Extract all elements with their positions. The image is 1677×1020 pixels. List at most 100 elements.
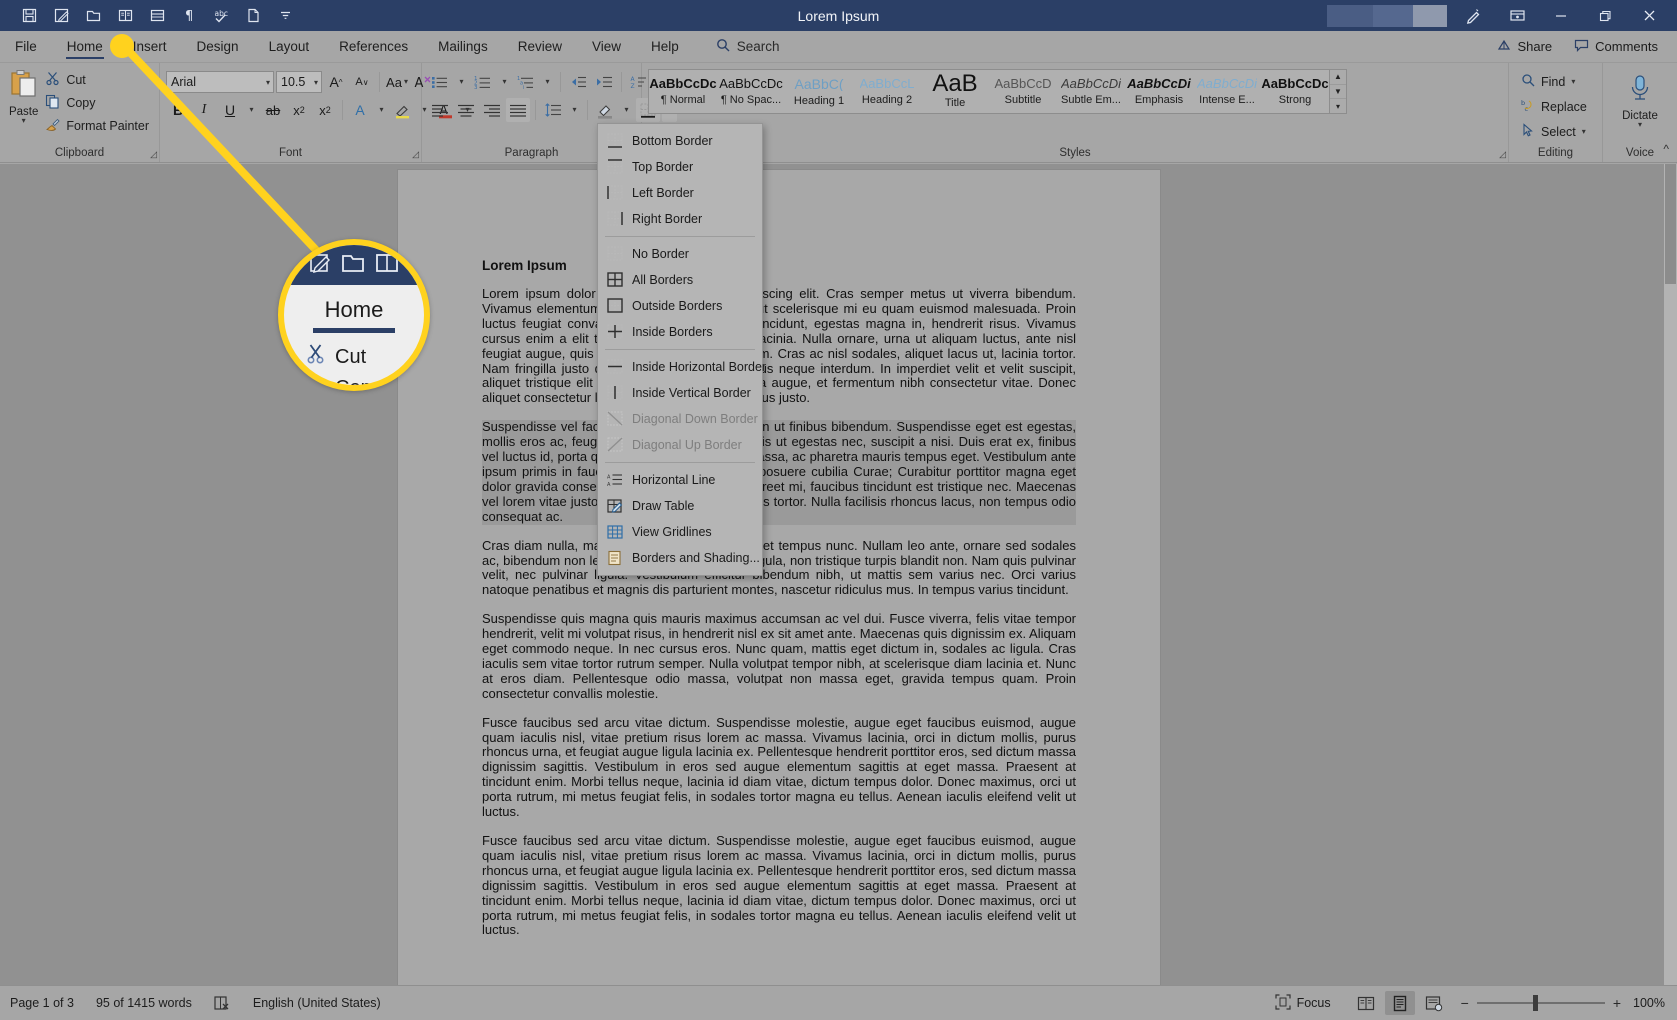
style-heading-1[interactable]: AaBbC( Heading 1: [785, 70, 853, 113]
zoom-slider[interactable]: − +: [1461, 995, 1621, 1011]
justify-button[interactable]: [506, 98, 530, 122]
print-layout-view-button[interactable]: [1384, 991, 1415, 1015]
font-name-input[interactable]: Arial ▾: [166, 71, 274, 93]
numbering-button[interactable]: 123: [471, 70, 495, 94]
focus-mode-button[interactable]: Focus: [1274, 993, 1331, 1013]
save-icon[interactable]: [14, 3, 44, 29]
style-normal[interactable]: AaBbCcDc ¶ Normal: [649, 70, 717, 113]
language-indicator[interactable]: English (United States): [253, 996, 381, 1010]
menu-item-view-gridlines[interactable]: View Gridlines: [598, 519, 762, 545]
select-button[interactable]: Select ▾: [1515, 121, 1592, 142]
zoom-level[interactable]: 100%: [1633, 996, 1665, 1010]
text-effects-dropdown-caret[interactable]: ▾: [374, 98, 389, 122]
line-spacing-button[interactable]: [541, 98, 565, 122]
font-dialog-launcher[interactable]: ◿: [412, 149, 419, 160]
style-heading-2[interactable]: AaBbCcL Heading 2: [853, 70, 921, 113]
shrink-font-button[interactable]: A ∨: [350, 70, 374, 94]
menu-item-all-borders[interactable]: All Borders: [598, 267, 762, 293]
read-mode-view-button[interactable]: [1351, 991, 1381, 1015]
menu-item-right-border[interactable]: Right Border: [598, 206, 762, 232]
style-emphasis[interactable]: AaBbCcDi Emphasis: [1125, 70, 1193, 113]
menu-item-inside-horizontal-border[interactable]: Inside Horizontal Border: [598, 354, 766, 380]
zoom-out-button[interactable]: −: [1461, 995, 1469, 1011]
page-indicator[interactable]: Page 1 of 3: [10, 996, 74, 1010]
bold-button[interactable]: B: [166, 98, 190, 122]
clipboard-dialog-launcher[interactable]: ◿: [150, 149, 157, 160]
open-folder-icon[interactable]: [78, 3, 108, 29]
format-painter-button[interactable]: Format Painter: [41, 116, 153, 136]
increase-indent-button[interactable]: [592, 70, 616, 94]
styles-scroll-down-button[interactable]: ▼: [1330, 85, 1346, 100]
style-subtle-emphasis[interactable]: AaBbCcDi Subtle Em...: [1057, 70, 1125, 113]
menu-item-outside-borders[interactable]: Outside Borders: [598, 293, 762, 319]
multilevel-list-dropdown-caret[interactable]: ▾: [540, 70, 555, 94]
spelling-check-icon[interactable]: abc: [206, 3, 236, 29]
menu-item-bottom-border[interactable]: Bottom Border: [598, 128, 762, 154]
underline-dropdown-caret[interactable]: ▾: [244, 98, 259, 122]
strikethrough-button[interactable]: ab: [261, 98, 285, 122]
font-name-dropdown-icon[interactable]: ▾: [266, 78, 270, 87]
dictate-dropdown-caret[interactable]: ▾: [1638, 121, 1642, 129]
styles-more-button[interactable]: ▾: [1330, 99, 1346, 113]
menu-item-top-border[interactable]: Top Border: [598, 154, 762, 180]
borders-dropdown-menu[interactable]: Bottom Border Top Border Left Border Rig…: [597, 123, 766, 576]
align-right-button[interactable]: [480, 98, 504, 122]
web-layout-view-button[interactable]: [1419, 991, 1449, 1015]
zoom-thumb[interactable]: [1532, 995, 1538, 1011]
italic-button[interactable]: I: [192, 98, 216, 122]
font-size-input[interactable]: 10.5 ▾: [276, 71, 322, 93]
scrollbar-thumb[interactable]: [1665, 164, 1676, 284]
superscript-button[interactable]: x2: [313, 98, 337, 122]
paste-dropdown-caret[interactable]: ▾: [22, 117, 26, 125]
change-case-button[interactable]: Aa ▾: [385, 70, 409, 94]
style-no-spacing[interactable]: AaBbCcDc ¶ No Spac...: [717, 70, 785, 113]
text-effects-button[interactable]: A: [348, 98, 372, 122]
proofing-errors-icon[interactable]: [214, 995, 231, 1011]
replace-button[interactable]: bc Replace: [1515, 96, 1593, 117]
document-page[interactable]: Lorem Ipsum Lorem ipsum dolor sit amet, …: [398, 170, 1160, 985]
align-left-button[interactable]: [428, 98, 452, 122]
close-button[interactable]: [1627, 0, 1671, 31]
style-subtitle[interactable]: AaBbCcD Subtitle: [989, 70, 1057, 113]
tab-help[interactable]: Help: [636, 31, 694, 62]
styles-gallery[interactable]: AaBbCcDc ¶ Normal AaBbCcDc ¶ No Spac... …: [648, 69, 1347, 115]
bullets-button[interactable]: [428, 70, 452, 94]
tab-home[interactable]: Home: [52, 31, 118, 62]
font-size-dropdown-icon[interactable]: ▾: [314, 78, 318, 87]
autosave-icon[interactable]: [46, 3, 76, 29]
word-count[interactable]: 95 of 1415 words: [96, 996, 192, 1010]
tab-references[interactable]: References: [324, 31, 423, 62]
style-strong[interactable]: AaBbCcDc Strong: [1261, 70, 1329, 113]
styles-dialog-launcher[interactable]: ◿: [1499, 149, 1506, 160]
shading-button[interactable]: [593, 98, 617, 122]
cut-button[interactable]: Cut: [41, 70, 153, 90]
customize-qat-icon[interactable]: [270, 3, 300, 29]
tab-review[interactable]: Review: [503, 31, 577, 62]
read-mode-icon[interactable]: [110, 3, 140, 29]
align-center-button[interactable]: [454, 98, 478, 122]
subscript-button[interactable]: x2: [287, 98, 311, 122]
tab-design[interactable]: Design: [182, 31, 254, 62]
vertical-scrollbar[interactable]: [1664, 164, 1677, 985]
comments-button[interactable]: Comments: [1565, 34, 1667, 59]
tab-layout[interactable]: Layout: [254, 31, 325, 62]
styles-scroll-up-button[interactable]: ▲: [1330, 70, 1346, 85]
style-intense-emphasis[interactable]: AaBbCcDi Intense E...: [1193, 70, 1261, 113]
share-button[interactable]: Share: [1488, 34, 1561, 59]
tab-insert[interactable]: Insert: [118, 31, 182, 62]
ribbon-display-options-icon[interactable]: [1495, 0, 1539, 31]
text-highlight-color-button[interactable]: [391, 98, 415, 122]
multilevel-list-button[interactable]: 1ai: [514, 70, 538, 94]
tab-view[interactable]: View: [577, 31, 636, 62]
print-layout-icon[interactable]: [142, 3, 172, 29]
collapse-ribbon-button[interactable]: ^: [1663, 142, 1669, 156]
menu-item-horizontal-line[interactable]: AA Horizontal Line: [598, 467, 762, 493]
pen-icon[interactable]: [1451, 0, 1495, 31]
menu-item-inside-vertical-border[interactable]: Inside Vertical Border: [598, 380, 762, 406]
menu-item-left-border[interactable]: Left Border: [598, 180, 762, 206]
tab-mailings[interactable]: Mailings: [423, 31, 503, 62]
style-title[interactable]: AaB Title: [921, 70, 989, 113]
zoom-track[interactable]: [1476, 995, 1605, 1011]
search-box[interactable]: Search: [694, 31, 780, 62]
bullets-dropdown-caret[interactable]: ▾: [454, 70, 469, 94]
